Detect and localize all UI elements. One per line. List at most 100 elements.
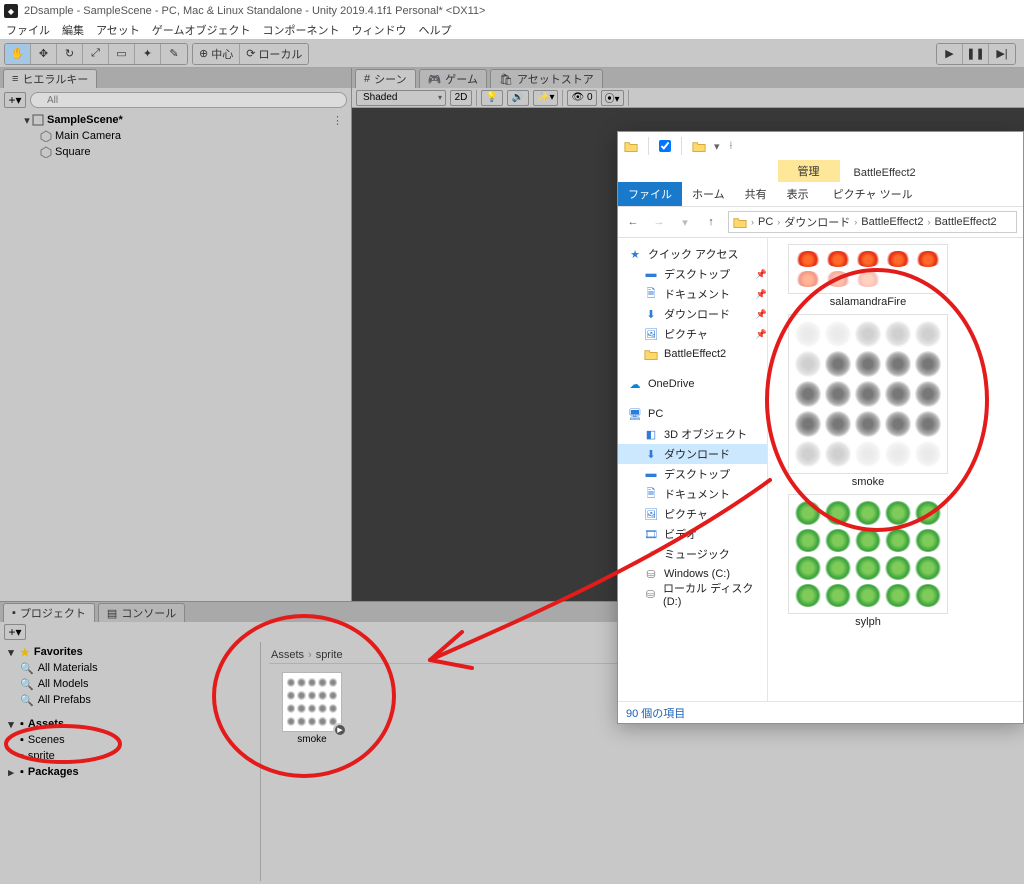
- fav-all-models[interactable]: 🔍All Models: [0, 676, 260, 692]
- pause-button[interactable]: ❚❚: [963, 44, 989, 64]
- folder-icon: ▪: [12, 607, 16, 619]
- explorer-menu-home[interactable]: ホーム: [682, 182, 735, 206]
- scene-light-icon[interactable]: 💡: [481, 90, 503, 106]
- explorer-menu-view[interactable]: 表示: [777, 182, 819, 206]
- scene-menu-icon[interactable]: ⋮: [332, 114, 349, 127]
- game-tab[interactable]: 🎮ゲーム: [419, 69, 487, 88]
- qat-dropdown-icon[interactable]: ▾: [714, 140, 720, 153]
- console-tab[interactable]: ▤コンソール: [98, 603, 185, 622]
- scene-tab[interactable]: #シーン: [355, 69, 416, 88]
- assetstore-tab[interactable]: 🛍アセットストア: [490, 69, 603, 88]
- hierarchy-search-input[interactable]: [30, 92, 347, 108]
- pc-3d[interactable]: ◧3D オブジェクト: [618, 424, 767, 444]
- file-salamandrafire[interactable]: salamandraFire: [778, 244, 958, 308]
- explorer-titlebar[interactable]: ▾ ⟊: [618, 132, 1023, 160]
- explorer-menu-file[interactable]: ファイル: [618, 182, 682, 206]
- project-tab[interactable]: ▪プロジェクト: [3, 603, 95, 622]
- pc-downloads[interactable]: ⬇ダウンロード: [618, 444, 767, 464]
- explorer-sidebar[interactable]: ★クイック アクセス ▬デスクトップ📌 🗎ドキュメント📌 ⬇ダウンロード📌 🖼ピ…: [618, 238, 768, 701]
- pc-ddrive[interactable]: ⛁ローカル ディスク (D:): [618, 584, 767, 604]
- nav-recent-icon[interactable]: ▾: [676, 213, 694, 231]
- play-button[interactable]: ▶: [937, 44, 963, 64]
- hierarchy-item-square[interactable]: Square: [2, 144, 349, 160]
- project-add-button[interactable]: +▾: [4, 624, 26, 640]
- unity-logo-icon: ◆: [4, 4, 18, 18]
- folder-icon: [644, 347, 658, 361]
- folder-icon: ▪: [20, 766, 24, 778]
- custom-tool-icon[interactable]: ✎: [161, 44, 187, 64]
- disk-icon: ⛁: [644, 567, 658, 581]
- scene-audio-icon[interactable]: 🔊: [507, 90, 529, 106]
- pc-music[interactable]: ♪ミュージック: [618, 544, 767, 564]
- menu-window[interactable]: ウィンドウ: [351, 22, 406, 39]
- pc-pictures[interactable]: 🖼ピクチャ: [618, 504, 767, 524]
- explorer-status-bar: 90 個の項目: [618, 701, 1023, 723]
- file-smoke[interactable]: smoke: [778, 314, 958, 488]
- rect-tool-icon[interactable]: ▭: [109, 44, 135, 64]
- qat-overflow-icon[interactable]: ⟊: [730, 140, 733, 153]
- menu-file[interactable]: ファイル: [6, 22, 50, 39]
- play-controls: ▶ ❚❚ ▶|: [936, 43, 1016, 65]
- pc-desktop[interactable]: ▬デスクトップ: [618, 464, 767, 484]
- nav-forward-icon[interactable]: →: [650, 213, 668, 231]
- file-thumbnail: [788, 244, 948, 294]
- qa-desktop[interactable]: ▬デスクトップ📌: [618, 264, 767, 284]
- folder-scenes[interactable]: ▪Scenes: [0, 732, 260, 748]
- scene-2d-toggle[interactable]: 2D: [450, 90, 472, 106]
- hierarchy-add-button[interactable]: +▾: [4, 92, 26, 108]
- file-explorer-window[interactable]: ▾ ⟊ 管理 BattleEffect2 ファイル ホーム 共有 表示 ピクチャ…: [617, 131, 1024, 724]
- explorer-address-bar[interactable]: › PC› ダウンロード› BattleEffect2› BattleEffec…: [728, 211, 1017, 233]
- rotate-tool-icon[interactable]: ↻: [57, 44, 83, 64]
- game-icon: 🎮: [428, 73, 442, 86]
- gameobject-icon: [40, 146, 52, 158]
- qa-pictures[interactable]: 🖼ピクチャ📌: [618, 324, 767, 344]
- asset-smoke[interactable]: ▶ smoke: [277, 672, 347, 745]
- explorer-content[interactable]: salamandraFire smoke: [768, 238, 1023, 701]
- fav-all-materials[interactable]: 🔍All Materials: [0, 660, 260, 676]
- shading-mode-dropdown[interactable]: Shaded: [356, 90, 446, 106]
- menu-help[interactable]: ヘルプ: [418, 22, 451, 39]
- scene-row[interactable]: ▾ SampleScene* ⋮: [2, 112, 349, 128]
- pc-videos[interactable]: 🎞ビデオ: [618, 524, 767, 544]
- nav-up-icon[interactable]: ↑: [702, 213, 720, 231]
- folder-sprite[interactable]: ▪sprite: [0, 748, 260, 764]
- pc-documents[interactable]: 🗎ドキュメント: [618, 484, 767, 504]
- qa-documents[interactable]: 🗎ドキュメント📌: [618, 284, 767, 304]
- window-title: 2Dsample - SampleScene - PC, Mac & Linux…: [24, 5, 485, 17]
- pivot-center-button[interactable]: ⊕ 中心: [193, 44, 240, 64]
- explorer-manage-tab[interactable]: 管理: [778, 160, 840, 182]
- qa-battleeffect[interactable]: BattleEffect2: [618, 344, 767, 364]
- disk-icon: ⛁: [644, 587, 657, 601]
- fav-all-prefabs[interactable]: 🔍All Prefabs: [0, 692, 260, 708]
- nav-back-icon[interactable]: ←: [624, 213, 642, 231]
- hierarchy-panel: ≡ ヒエラルキー +▾ ▾ SampleScene* ⋮: [0, 68, 352, 601]
- unity-menubar[interactable]: ファイル 編集 アセット ゲームオブジェクト コンポーネント ウィンドウ ヘルプ: [0, 22, 1024, 40]
- foldout-icon[interactable]: ▾: [22, 114, 32, 127]
- scene-visibility-icon[interactable]: 👁 0: [567, 90, 596, 106]
- pivot-local-button[interactable]: ⟳ ローカル: [240, 44, 308, 64]
- scale-tool-icon[interactable]: ⤢: [83, 44, 109, 64]
- downloads-icon: ⬇: [644, 447, 658, 461]
- scene-fx-icon[interactable]: ✨▾: [533, 90, 558, 106]
- scene-gizmo-icon[interactable]: ⦿▾: [601, 90, 624, 106]
- hierarchy-tab[interactable]: ≡ ヒエラルキー: [3, 69, 97, 88]
- folder-icon: [624, 139, 638, 153]
- this-pc[interactable]: 🖥PC: [618, 404, 767, 424]
- quick-access[interactable]: ★クイック アクセス: [618, 244, 767, 264]
- onedrive[interactable]: ☁OneDrive: [618, 374, 767, 394]
- project-tree[interactable]: ▾★Favorites 🔍All Materials 🔍All Models 🔍…: [0, 642, 261, 881]
- menu-gameobject[interactable]: ゲームオブジェクト: [152, 22, 251, 39]
- explorer-picture-tools[interactable]: ピクチャ ツール: [825, 182, 921, 206]
- explorer-menu-share[interactable]: 共有: [735, 182, 777, 206]
- qa-downloads[interactable]: ⬇ダウンロード📌: [618, 304, 767, 324]
- explorer-qat-checkbox[interactable]: [659, 140, 671, 152]
- file-sylph[interactable]: sylph: [778, 494, 958, 628]
- hand-tool-icon[interactable]: ✋: [5, 44, 31, 64]
- transform-tool-icon[interactable]: ✦: [135, 44, 161, 64]
- menu-asset[interactable]: アセット: [96, 22, 140, 39]
- move-tool-icon[interactable]: ✥: [31, 44, 57, 64]
- menu-edit[interactable]: 編集: [62, 22, 84, 39]
- menu-component[interactable]: コンポーネント: [262, 22, 339, 39]
- hierarchy-item-camera[interactable]: Main Camera: [2, 128, 349, 144]
- step-button[interactable]: ▶|: [989, 44, 1015, 64]
